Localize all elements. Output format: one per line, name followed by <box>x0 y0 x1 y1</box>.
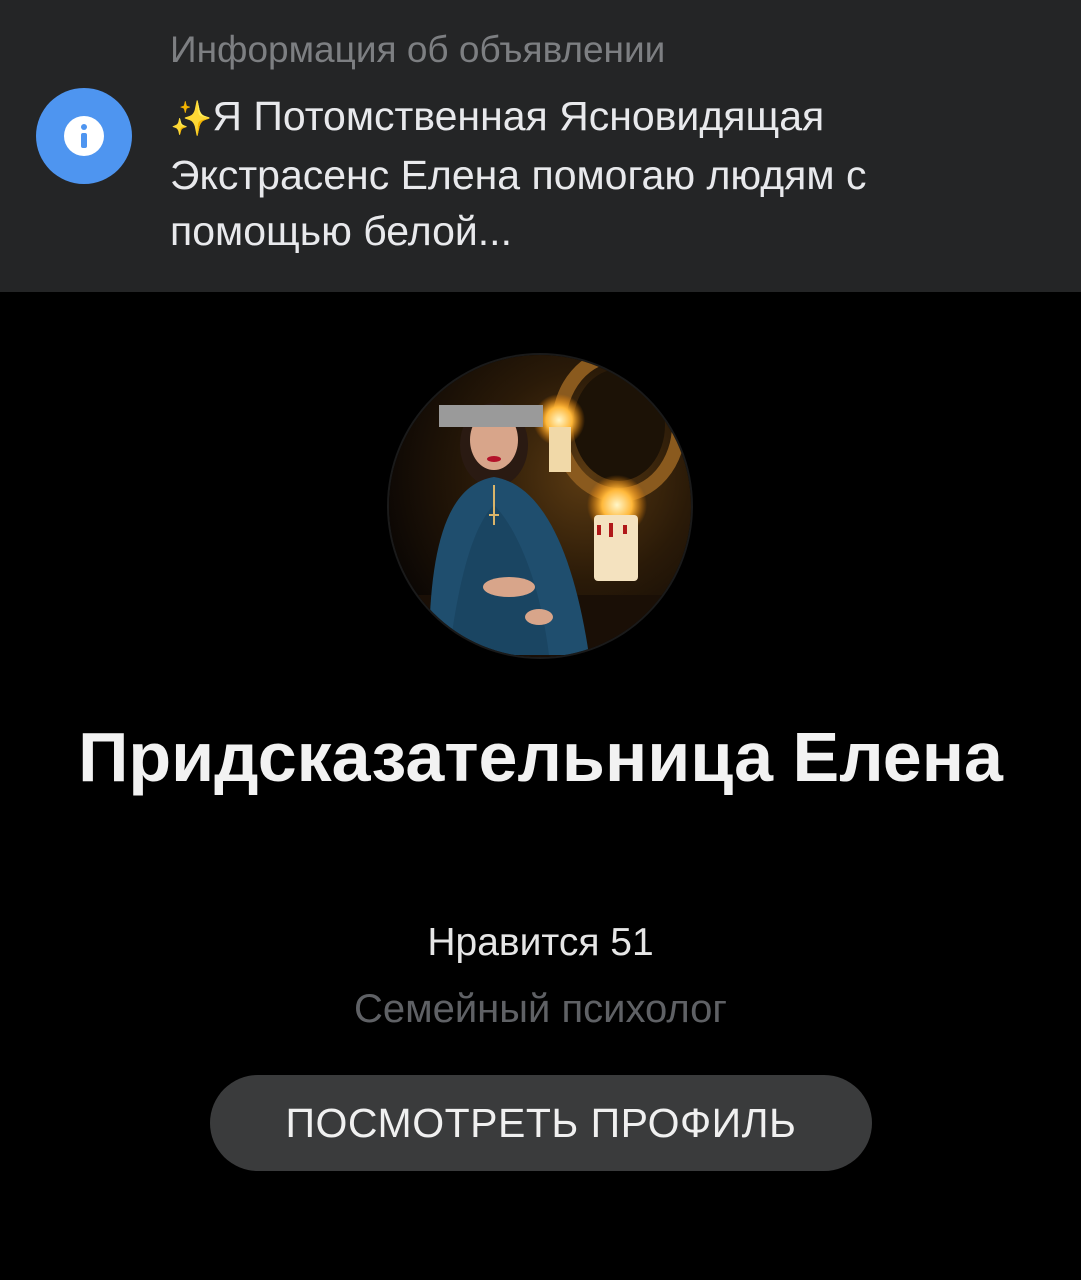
profile-name: Придсказательница Елена <box>78 718 1003 796</box>
sparkles-icon: ✨ <box>170 99 213 139</box>
profile-avatar[interactable] <box>389 355 691 657</box>
ad-preview-page: Информация об объявлении ✨Я Потомственна… <box>0 0 1081 1280</box>
profile-category: Семейный психолог <box>353 987 728 1031</box>
ad-info-text: ✨Я Потомственная Ясновидящая Экстрасенс … <box>170 88 1050 259</box>
ad-info-heading: Информация об объявлении <box>170 29 666 70</box>
ad-info-banner[interactable]: Информация об объявлении ✨Я Потомственна… <box>0 0 1081 292</box>
info-icon <box>36 88 132 184</box>
view-profile-button[interactable]: ПОСМОТРЕТЬ ПРОФИЛЬ <box>210 1075 872 1171</box>
ad-description: Я Потомственная Ясновидящая Экстрасенс Е… <box>170 93 867 254</box>
likes-count: Нравится 51 <box>427 921 654 964</box>
